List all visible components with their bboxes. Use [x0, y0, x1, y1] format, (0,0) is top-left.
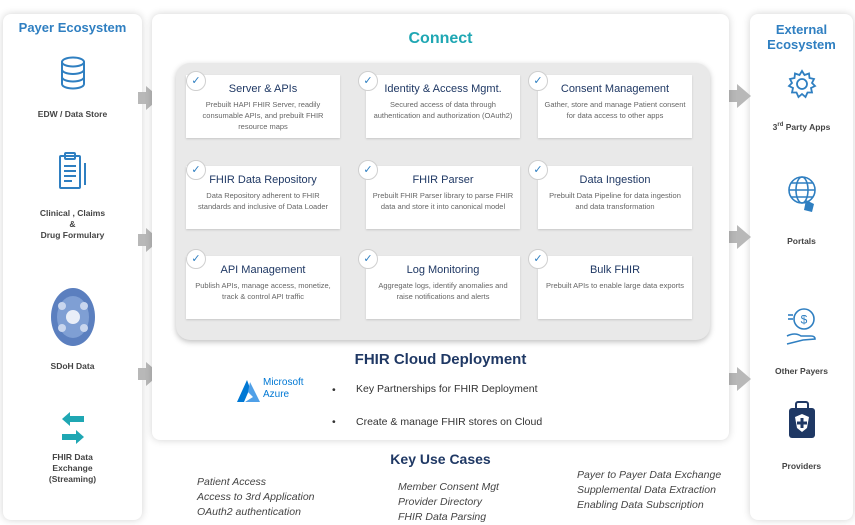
card-title: Server & APIs	[228, 83, 298, 95]
card-title: Identity & Access Mgmt.	[384, 83, 502, 95]
card-title: Consent Management	[560, 83, 670, 95]
card-title: Bulk FHIR	[589, 264, 641, 276]
card-consent-management: Consent Management Gather, store and man…	[538, 75, 692, 138]
check-icon: ✓	[528, 71, 548, 91]
check-icon: ✓	[358, 160, 378, 180]
arrow-right-4	[729, 84, 751, 108]
bullet-dot: •	[332, 384, 336, 396]
edw-data-store-label: EDW / Data Store	[37, 109, 108, 119]
gear-icon	[786, 69, 817, 99]
exchange-arrows-icon	[61, 412, 84, 444]
third-party-apps-label: 3rd Party Apps	[750, 120, 853, 133]
other-payers-label: Other Payers	[775, 366, 828, 376]
use-case-col3-item: Payer to Payer Data Exchange	[577, 469, 722, 481]
card-desc: Publish APIs, manage access, monetize, t…	[195, 281, 331, 301]
fhir-exchange-label-line3: (Streaming)	[48, 474, 97, 484]
card-title: FHIR Parser	[412, 174, 474, 186]
medical-bag-icon	[788, 401, 815, 438]
dollar-hand-icon: $	[786, 308, 816, 345]
card-data-ingestion: Data Ingestion Prebuilt Data Pipeline fo…	[538, 166, 692, 229]
external-ecosystem-title-line2: Ecosystem	[767, 37, 836, 52]
card-desc: Prebuilt Data Pipeline for data ingestio…	[549, 191, 681, 211]
deployment-bullet-2: Create & manage FHIR stores on Cloud	[356, 416, 543, 428]
use-case-col1-item: Patient Access	[197, 476, 267, 488]
sdoh-people-icon	[50, 288, 95, 346]
card-log-monitoring: Log Monitoring Aggregate logs, identify …	[366, 256, 520, 319]
clinical-claims-label-line3: Drug Formulary	[40, 230, 105, 240]
card-desc: Data Repository adherent to FHIR standar…	[197, 191, 329, 211]
card-desc: Gather, store and manage Patient consent…	[544, 100, 686, 120]
check-icon: ✓	[528, 160, 548, 180]
check-icon: ✓	[358, 71, 378, 91]
fhir-exchange-label-line1: FHIR Data	[52, 452, 93, 462]
azure-logo-text-line1: Microsoft	[263, 377, 304, 388]
card-server-apis: Server & APIs Prebuilt HAPI FHIR Server,…	[186, 75, 340, 138]
card-bulk-fhir: Bulk FHIR Prebuilt APIs to enable large …	[538, 256, 692, 319]
database-icon	[60, 56, 85, 90]
key-use-cases-title: Key Use Cases	[390, 451, 491, 467]
check-icon: ✓	[186, 249, 206, 269]
clinical-claims-label-line1: Clinical , Claims	[39, 208, 106, 218]
connect-title: Connect	[408, 30, 473, 47]
use-case-col1-item: OAuth2 authentication	[197, 506, 301, 518]
use-case-col3-item: Enabling Data Subscription	[577, 499, 704, 511]
card-title: API Management	[220, 264, 306, 276]
fhir-exchange-label-line2: Exchange	[52, 463, 93, 473]
sdoh-data-label: SDoH Data	[50, 361, 95, 371]
use-case-col2-item: Member Consent Mgt	[398, 481, 499, 493]
clinical-claims-label-line2: &	[69, 219, 76, 229]
check-icon: ✓	[358, 249, 378, 269]
globe-icon	[787, 176, 816, 212]
external-ecosystem-title-line1: External	[775, 22, 828, 37]
card-desc: Prebuilt FHIR Parser library to parse FH…	[372, 191, 514, 211]
use-case-col2-item: FHIR Data Parsing	[398, 511, 487, 523]
check-icon: ✓	[186, 71, 206, 91]
payer-ecosystem-panel: Payer Ecosystem EDW / Data Store Clinica…	[3, 14, 142, 520]
card-desc: Prebuilt HAPI FHIR Server, readily consu…	[202, 100, 324, 131]
bullet-dot: •	[332, 416, 336, 428]
portals-label: Portals	[787, 236, 816, 246]
providers-label: Providers	[781, 461, 822, 471]
external-ecosystem-panel: External Ecosystem 3rd Party Apps Portal…	[750, 14, 853, 520]
card-api-management: API Management Publish APIs, manage acce…	[186, 256, 340, 319]
card-desc: Secured access of data through authentic…	[373, 100, 513, 120]
card-title: FHIR Data Repository	[209, 174, 317, 186]
card-desc: Prebuilt APIs to enable large data expor…	[545, 281, 684, 290]
third-party-apps-rest: Party Apps	[783, 121, 831, 132]
card-title: Data Ingestion	[579, 174, 651, 186]
card-fhir-parser: FHIR Parser Prebuilt FHIR Parser library…	[366, 166, 520, 229]
use-case-col3-item: Supplemental Data Extraction	[577, 484, 716, 496]
check-icon: ✓	[186, 160, 206, 180]
use-case-col2-item: Provider Directory	[398, 496, 483, 508]
payer-ecosystem-title: Payer Ecosystem	[18, 20, 127, 35]
card-title: Log Monitoring	[406, 264, 480, 276]
capabilities-grid: Server & APIs Prebuilt HAPI FHIR Server,…	[176, 63, 710, 340]
arrow-right-6	[729, 367, 751, 391]
deployment-bullet-1: Key Partnerships for FHIR Deployment	[356, 383, 538, 395]
azure-logo-text-line2: Azure	[263, 389, 290, 400]
clipboard-icon	[58, 152, 86, 189]
fhir-cloud-deployment-title: FHIR Cloud Deployment	[354, 351, 527, 368]
use-case-col1-item: Access to 3rd Application	[197, 491, 315, 503]
card-identity-access: Identity & Access Mgmt. Secured access o…	[366, 75, 520, 138]
arrow-right-5	[729, 225, 751, 249]
card-desc: Aggregate logs, identify anomalies and r…	[378, 281, 508, 301]
card-fhir-data-repository: FHIR Data Repository Data Repository adh…	[186, 166, 340, 229]
check-icon: ✓	[528, 249, 548, 269]
svg-text:$: $	[800, 313, 807, 327]
